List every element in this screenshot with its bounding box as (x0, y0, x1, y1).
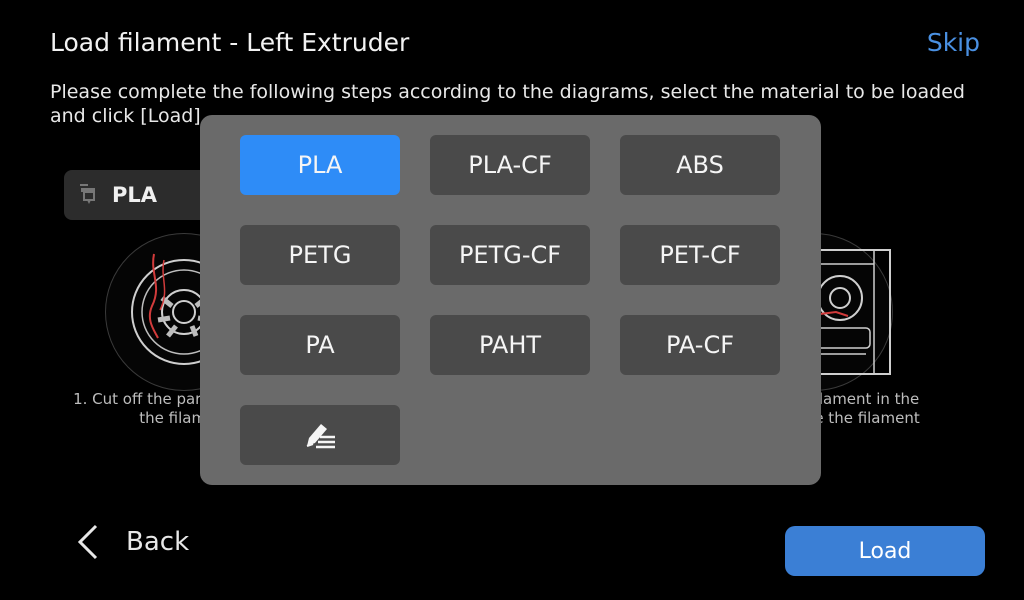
load-button[interactable]: Load (785, 526, 985, 576)
material-option-pla[interactable]: PLA (240, 135, 400, 195)
chevron-left-icon (77, 524, 98, 560)
material-option-abs[interactable]: ABS (620, 135, 780, 195)
custom-material-button[interactable] (240, 405, 400, 465)
material-option-pa-cf[interactable]: PA-CF (620, 315, 780, 375)
current-material-label: PLA (112, 183, 158, 207)
material-option-paht[interactable]: PAHT (430, 315, 590, 375)
material-option-pa[interactable]: PA (240, 315, 400, 375)
material-option-petg[interactable]: PETG (240, 225, 400, 285)
material-option-pet-cf[interactable]: PET-CF (620, 225, 780, 285)
material-option-petg-cf[interactable]: PETG-CF (430, 225, 590, 285)
material-picker-popup: PLA PLA-CF ABS PETG PETG-CF PET-CF PA PA… (200, 115, 821, 485)
page-title: Load filament - Left Extruder (50, 28, 410, 57)
skip-button[interactable]: Skip (927, 28, 980, 57)
extruder-icon (80, 184, 95, 204)
edit-list-icon (306, 424, 335, 449)
back-label: Back (126, 527, 190, 557)
material-option-pla-cf[interactable]: PLA-CF (430, 135, 590, 195)
back-button[interactable]: Back (76, 522, 189, 562)
